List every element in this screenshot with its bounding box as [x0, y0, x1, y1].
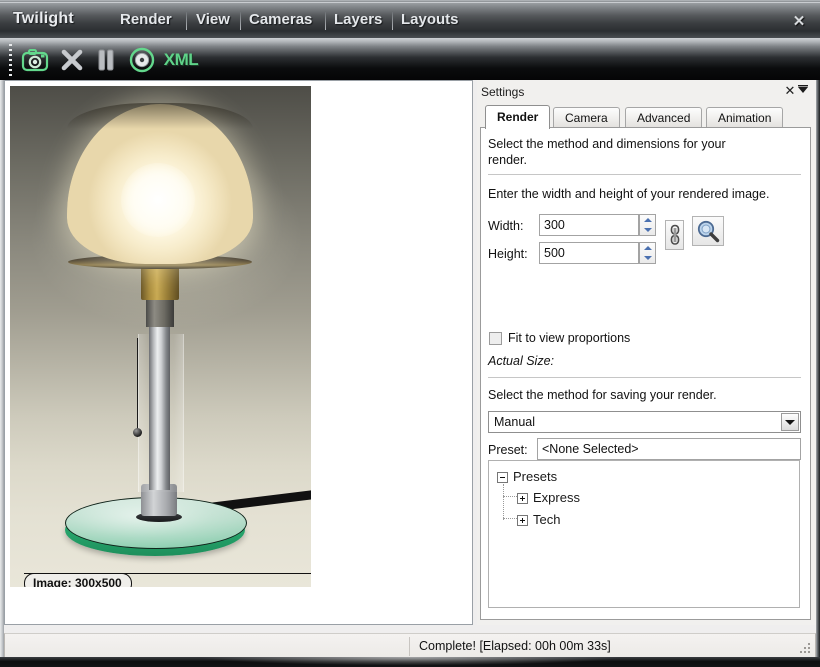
divider-2 [488, 377, 801, 378]
tree-toggle-plus-icon[interactable] [517, 493, 528, 505]
tree-guide-dash-2 [503, 518, 517, 519]
settings-dock: Settings ✕ Render Camera Advanced Animat… [477, 80, 816, 625]
xml-icon-label: XML [163, 50, 199, 69]
stop-render-button[interactable] [55, 44, 89, 76]
xml-icon: XML [160, 44, 202, 76]
height-spin-up-icon[interactable] [640, 243, 655, 253]
menu-item-cameras[interactable]: Cameras [249, 11, 312, 28]
app-title: Twilight [13, 10, 74, 27]
tree-node-presets-label: Presets [513, 469, 558, 484]
tree-guide-line [503, 484, 504, 520]
tree-node-tech-label: Tech [533, 512, 561, 527]
x-close-icon [55, 44, 89, 76]
preview-zoom-button[interactable] [692, 216, 724, 246]
tree-node-express-label: Express [533, 490, 580, 505]
tree-toggle-minus-icon[interactable] [497, 472, 508, 484]
lamp-neck-dark [146, 297, 174, 327]
preset-label: Preset: [488, 443, 528, 457]
menu-separator-2 [240, 12, 241, 30]
rendered-image[interactable]: Image: 300x500 [10, 86, 311, 587]
height-input[interactable] [539, 242, 639, 264]
tree-toggle-plus-icon[interactable] [517, 515, 528, 527]
tab-render[interactable]: Render [485, 105, 551, 129]
image-size-caption: Image: 300x500 [24, 573, 132, 587]
divider-1 [488, 174, 801, 175]
settings-tabstrip: Render Camera Advanced Animation [480, 105, 797, 129]
pause-render-button[interactable] [89, 44, 123, 76]
chevron-down-icon [798, 85, 808, 93]
window-right-frame [816, 80, 820, 660]
width-spin-down-icon[interactable] [640, 225, 655, 235]
menu-item-layers[interactable]: Layers [334, 11, 382, 28]
height-spinner[interactable] [639, 242, 656, 264]
magnifier-icon [697, 220, 720, 243]
save-method-value: Manual [494, 415, 535, 429]
menu-separator-1 [186, 12, 187, 30]
settings-scrollbar[interactable] [811, 128, 816, 620]
link-aspect-ratio-button[interactable] [665, 220, 684, 250]
tree-node-express[interactable]: Express [517, 490, 580, 505]
height-spin-down-icon[interactable] [640, 253, 655, 263]
dimensions-prompt: Enter the width and height of your rende… [488, 187, 770, 201]
window-close-icon[interactable]: ✕ [790, 13, 808, 31]
lamp-pull-knob [133, 428, 142, 437]
lamp-bulb-hotspot [121, 163, 195, 237]
menu-item-layouts[interactable]: Layouts [401, 11, 459, 28]
pause-icon [89, 44, 123, 76]
tab-animation[interactable]: Animation [706, 107, 784, 128]
save-render-button[interactable] [125, 44, 159, 76]
settings-title: Settings [481, 85, 525, 99]
render-tab-panel: Select the method and dimensions for you… [480, 128, 811, 620]
intro-text-line2: render. [488, 153, 527, 167]
main-toolbar [0, 38, 820, 80]
save-method-dropdown-arrow-icon[interactable] [781, 413, 799, 431]
actual-size-label: Actual Size: [488, 354, 555, 368]
export-xml-button[interactable]: XML [160, 44, 202, 76]
width-spinner[interactable] [639, 214, 656, 236]
application-window: Twilight Render View Cameras Layers Layo… [0, 0, 820, 667]
status-divider [409, 637, 410, 656]
toolbar-drag-grip[interactable] [8, 42, 14, 78]
saving-prompt: Select the method for saving your render… [488, 388, 717, 402]
fit-to-view-label: Fit to view proportions [508, 331, 631, 345]
settings-titlebar: Settings ✕ [477, 83, 816, 102]
tree-node-presets[interactable]: Presets [497, 469, 557, 484]
width-input[interactable] [539, 214, 639, 236]
camera-icon [18, 44, 52, 76]
height-label: Height: [488, 247, 528, 261]
menu-item-view[interactable]: View [196, 11, 230, 28]
tree-node-tech[interactable]: Tech [517, 512, 560, 527]
link-aspect-icon [670, 224, 679, 245]
render-camera-button[interactable] [18, 44, 52, 76]
fit-to-view-checkbox[interactable] [489, 332, 502, 345]
tab-camera[interactable]: Camera [553, 107, 620, 128]
menu-item-render[interactable]: Render [120, 11, 172, 28]
render-preview-panel: Image: 300x500 [4, 80, 473, 625]
window-bottom-frame [0, 657, 820, 667]
lamp-pull-cord [137, 338, 138, 430]
preset-input[interactable] [537, 438, 801, 460]
menu-separator-4 [392, 12, 393, 30]
tab-overflow-chevron-down-icon[interactable] [792, 84, 814, 103]
menu-separator-3 [325, 12, 326, 30]
save-method-combobox[interactable]: Manual [488, 411, 801, 433]
title-menu-bar: Twilight Render View Cameras Layers Layo… [0, 2, 820, 38]
disc-icon [125, 44, 159, 76]
window-resize-grip[interactable] [799, 643, 812, 656]
presets-tree[interactable]: Presets Express Tech [488, 460, 800, 608]
status-message: Complete! [Elapsed: 00h 00m 33s] [419, 639, 611, 653]
lamp-stem [149, 318, 170, 490]
tree-guide-dash-1 [503, 496, 517, 497]
width-label: Width: [488, 219, 524, 233]
tab-advanced[interactable]: Advanced [625, 107, 703, 128]
client-area: Image: 300x500 Settings ✕ Render Camera … [4, 80, 816, 655]
lamp-neck-brass [141, 266, 179, 300]
intro-text-line1: Select the method and dimensions for you… [488, 137, 726, 151]
width-spin-up-icon[interactable] [640, 215, 655, 225]
status-bar: Complete! [Elapsed: 00h 00m 33s] [4, 633, 816, 659]
